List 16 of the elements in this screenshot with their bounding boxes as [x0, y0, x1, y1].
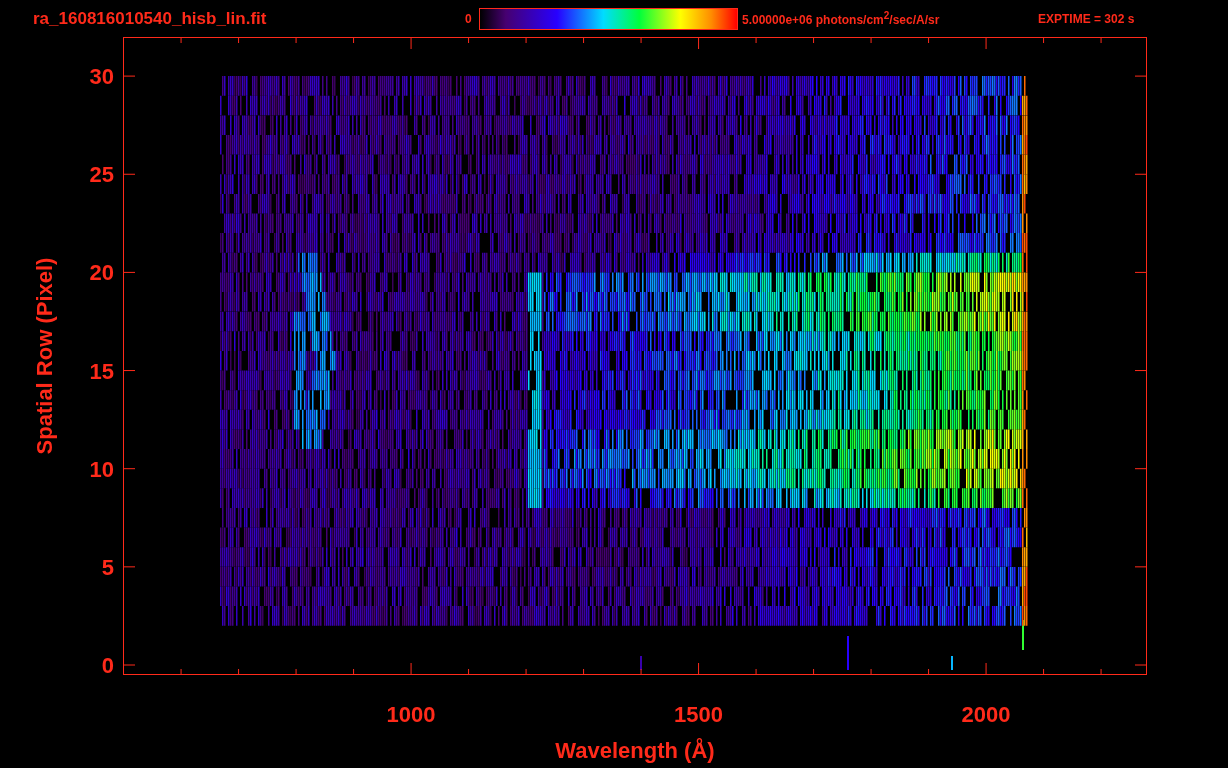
y-tick-label: 25	[89, 162, 114, 188]
y-tick-label: 0	[101, 653, 114, 678]
y-tick-label: 30	[89, 64, 114, 90]
x-axis-label: Wavelength (Å)	[555, 738, 715, 763]
x-tick-label: 1500	[674, 702, 724, 727]
x-tick-label: 2000	[961, 702, 1011, 727]
colorbar-min-label: 0	[465, 11, 473, 26]
file-name: ra_160816010540_hisb_lin.fit	[33, 8, 268, 29]
colorbar-max-label: 5.00000e+06 photons/cm$^{2}$/sec/A/sr	[742, 10, 941, 27]
exposure-time: EXPTIME = 302 s	[1038, 11, 1135, 26]
y-tick-label: 10	[89, 456, 114, 482]
y-tick-label: 15	[89, 358, 114, 384]
x-tick-label: 1000	[386, 702, 436, 727]
y-axis-label: Spatial Row (Pixel)	[32, 257, 57, 455]
y-tick-label: 5	[101, 554, 114, 580]
y-tick-label: 20	[89, 260, 114, 286]
